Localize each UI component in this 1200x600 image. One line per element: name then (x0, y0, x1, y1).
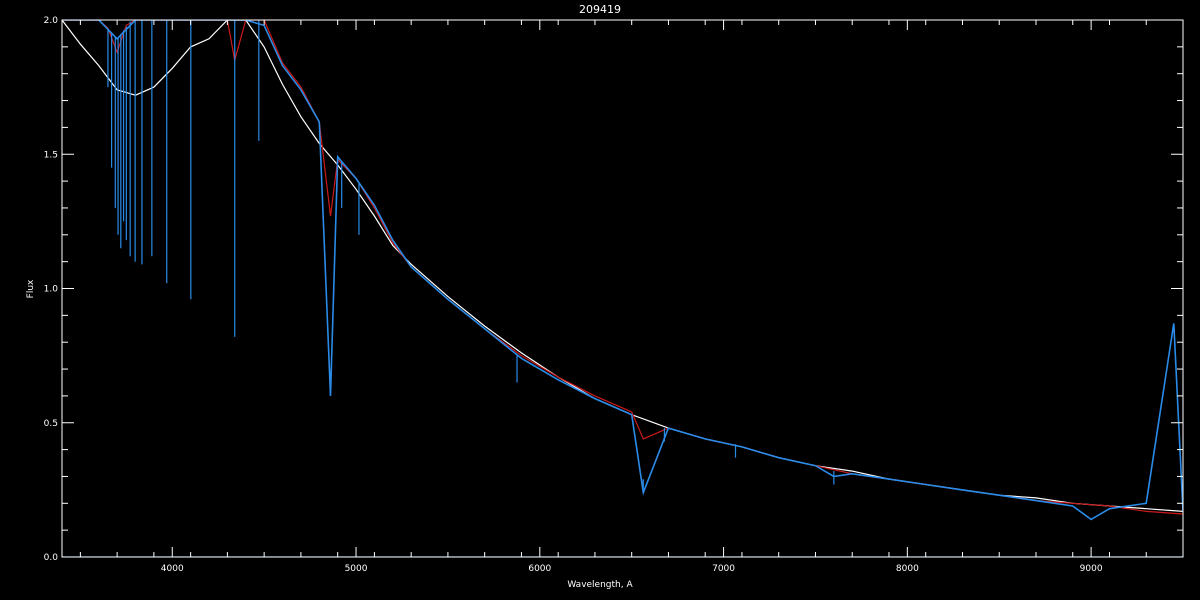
x-tick-label: 4000 (161, 564, 184, 574)
y-tick-label: 0.0 (44, 553, 59, 563)
x-tick-label: 8000 (896, 564, 919, 574)
y-tick-label: 2.0 (44, 16, 59, 26)
chart-title: 209419 (579, 3, 621, 16)
x-axis-label: Wavelength, A (567, 580, 633, 590)
x-tick-label: 6000 (528, 564, 551, 574)
x-tick-label: 5000 (345, 564, 368, 574)
y-tick-label: 1.5 (44, 150, 58, 160)
chart-background (0, 0, 1200, 600)
y-tick-label: 0.5 (44, 419, 58, 429)
x-tick-label: 9000 (1080, 564, 1103, 574)
x-tick-label: 7000 (712, 564, 735, 574)
y-tick-label: 1.0 (44, 285, 59, 295)
spectrum-chart: 209419 Wavelength, A Flux 4000 5000 6000 70… (0, 0, 1200, 600)
y-axis-label: Flux (26, 279, 36, 298)
